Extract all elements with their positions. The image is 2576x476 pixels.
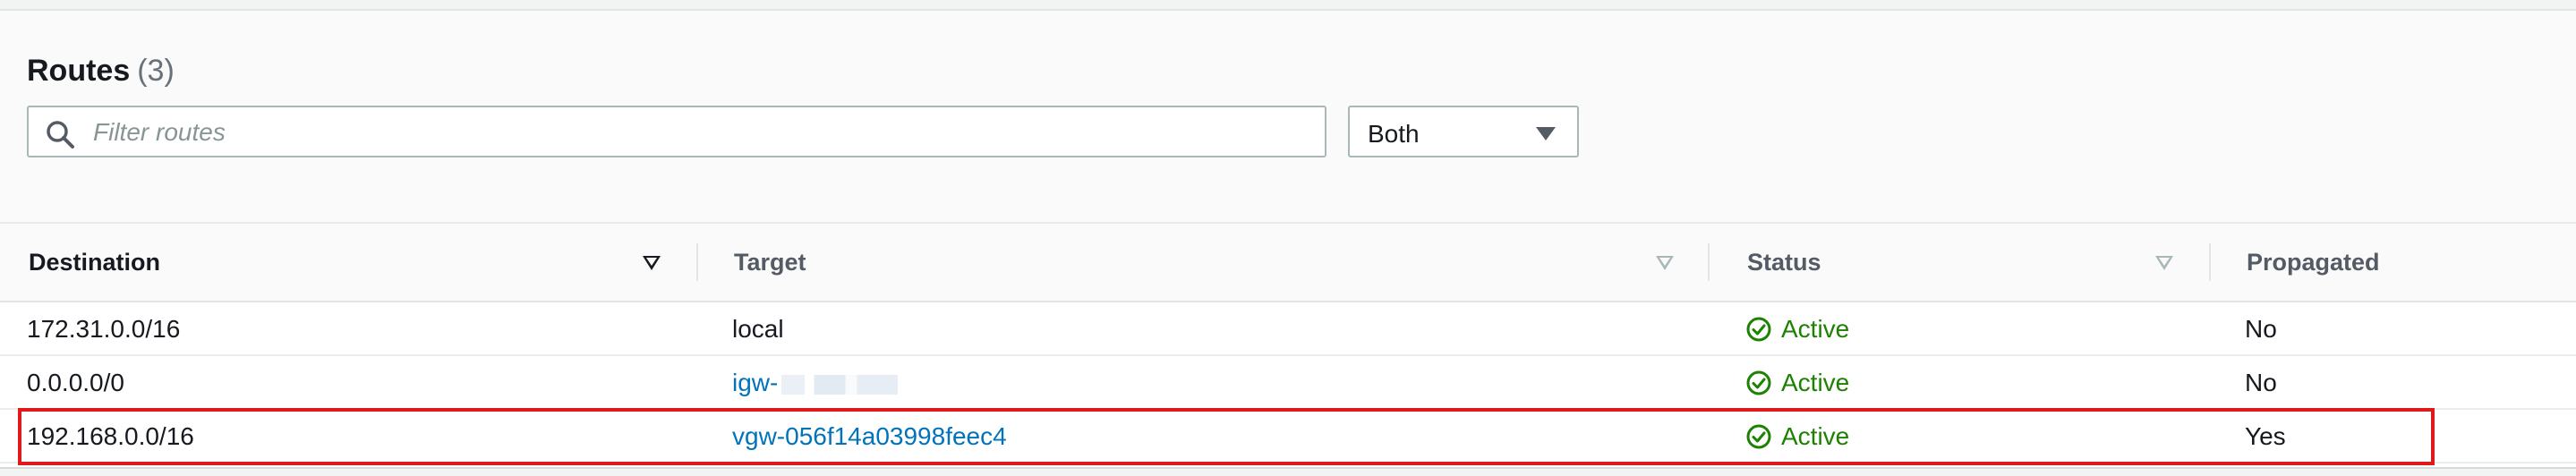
routes-header-panel: Routes(3) Both: [0, 11, 2576, 224]
table-row: 0.0.0.0/0 igw- Active No: [0, 356, 2576, 410]
propagation-filter-value: Both: [1368, 120, 1420, 148]
sort-icon[interactable]: [2155, 256, 2173, 270]
routes-title-label: Routes: [27, 54, 131, 88]
target-link[interactable]: igw-: [732, 369, 778, 396]
column-divider[interactable]: [696, 243, 698, 281]
sort-descending-icon[interactable]: [643, 256, 661, 270]
table-header: Destination Target Status Propagated: [0, 224, 2576, 302]
column-header-destination[interactable]: Destination: [29, 249, 160, 276]
propagation-filter-select[interactable]: Both: [1348, 106, 1579, 157]
destination-cell: 0.0.0.0/0: [27, 369, 124, 396]
row-highlight-annotation: [18, 408, 2435, 465]
status-label: Active: [1781, 315, 1850, 343]
table-bottom-edge: [0, 467, 2576, 476]
column-header-target[interactable]: Target: [734, 249, 806, 276]
check-circle-icon: [1746, 370, 1771, 395]
search-icon: [47, 121, 74, 149]
status-label: Active: [1781, 369, 1850, 396]
column-divider[interactable]: [1708, 243, 1710, 281]
propagated-cell: No: [2245, 315, 2277, 343]
route-table-routes-view: Routes(3) Both Destination Target Status: [0, 0, 2576, 476]
routes-table: Destination Target Status Propagated 172…: [0, 224, 2576, 476]
status-cell: Active: [1745, 369, 1849, 397]
destination-cell: 172.31.0.0/16: [27, 315, 181, 343]
column-divider[interactable]: [2209, 243, 2211, 281]
column-header-propagated[interactable]: Propagated: [2247, 249, 2380, 276]
routes-title: Routes (3): [27, 54, 175, 89]
status-cell: Active: [1745, 315, 1849, 344]
routes-count: (3): [137, 54, 175, 88]
caret-down-icon: [1536, 127, 1556, 140]
top-divider: [0, 0, 2576, 11]
propagated-cell: No: [2245, 369, 2277, 396]
filter-routes-input[interactable]: [91, 115, 1312, 150]
column-header-status[interactable]: Status: [1747, 249, 1821, 276]
check-circle-icon: [1746, 317, 1771, 342]
target-cell: igw-: [732, 369, 899, 397]
target-cell: local: [732, 315, 784, 343]
filter-routes-field[interactable]: [27, 106, 1326, 157]
table-row: 172.31.0.0/16 local Active No: [0, 302, 2576, 356]
sort-icon[interactable]: [1656, 256, 1674, 270]
redacted-id: [781, 374, 899, 395]
